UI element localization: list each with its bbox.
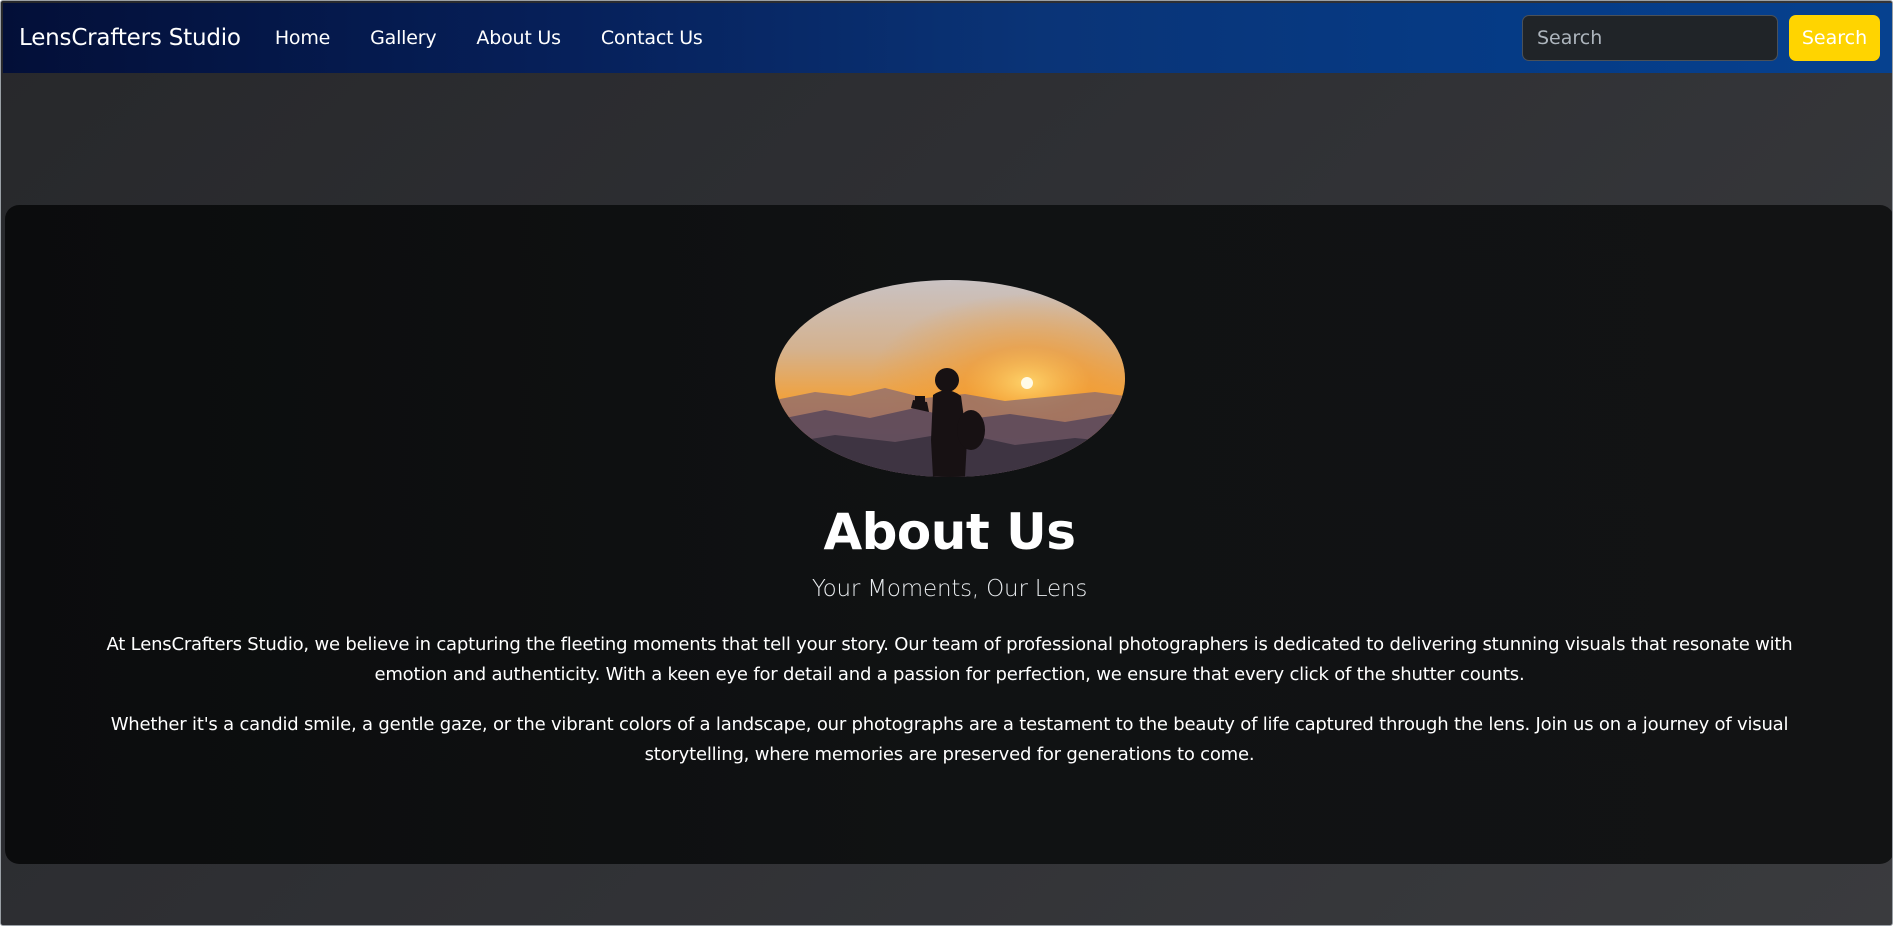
search-button[interactable]: Search [1789, 15, 1880, 61]
brand-logo-text[interactable]: LensCrafters Studio [19, 25, 241, 51]
about-subtitle: Your Moments, Our Lens [811, 576, 1088, 602]
photographer-sunset-image [775, 280, 1125, 477]
nav-link-gallery[interactable]: Gallery [350, 27, 456, 49]
search-form: Search [1522, 15, 1880, 61]
search-input[interactable] [1522, 15, 1778, 61]
about-paragraph: At LensCrafters Studio, we believe in ca… [106, 634, 1793, 685]
about-title: About Us [823, 503, 1076, 561]
nav-link-home[interactable]: Home [255, 27, 350, 49]
navbar: LensCrafters Studio Home Gallery About U… [3, 3, 1892, 73]
nav-link-contact-us[interactable]: Contact Us [581, 27, 723, 49]
nav-links: Home Gallery About Us Contact Us [255, 27, 723, 49]
nav-link-about-us[interactable]: About Us [456, 27, 580, 49]
about-section: About Us Your Moments, Our Lens At LensC… [5, 205, 1892, 864]
about-paragraph: Whether it's a candid smile, a gentle ga… [110, 714, 1789, 765]
browser-viewport: LensCrafters Studio Home Gallery About U… [0, 0, 1893, 926]
